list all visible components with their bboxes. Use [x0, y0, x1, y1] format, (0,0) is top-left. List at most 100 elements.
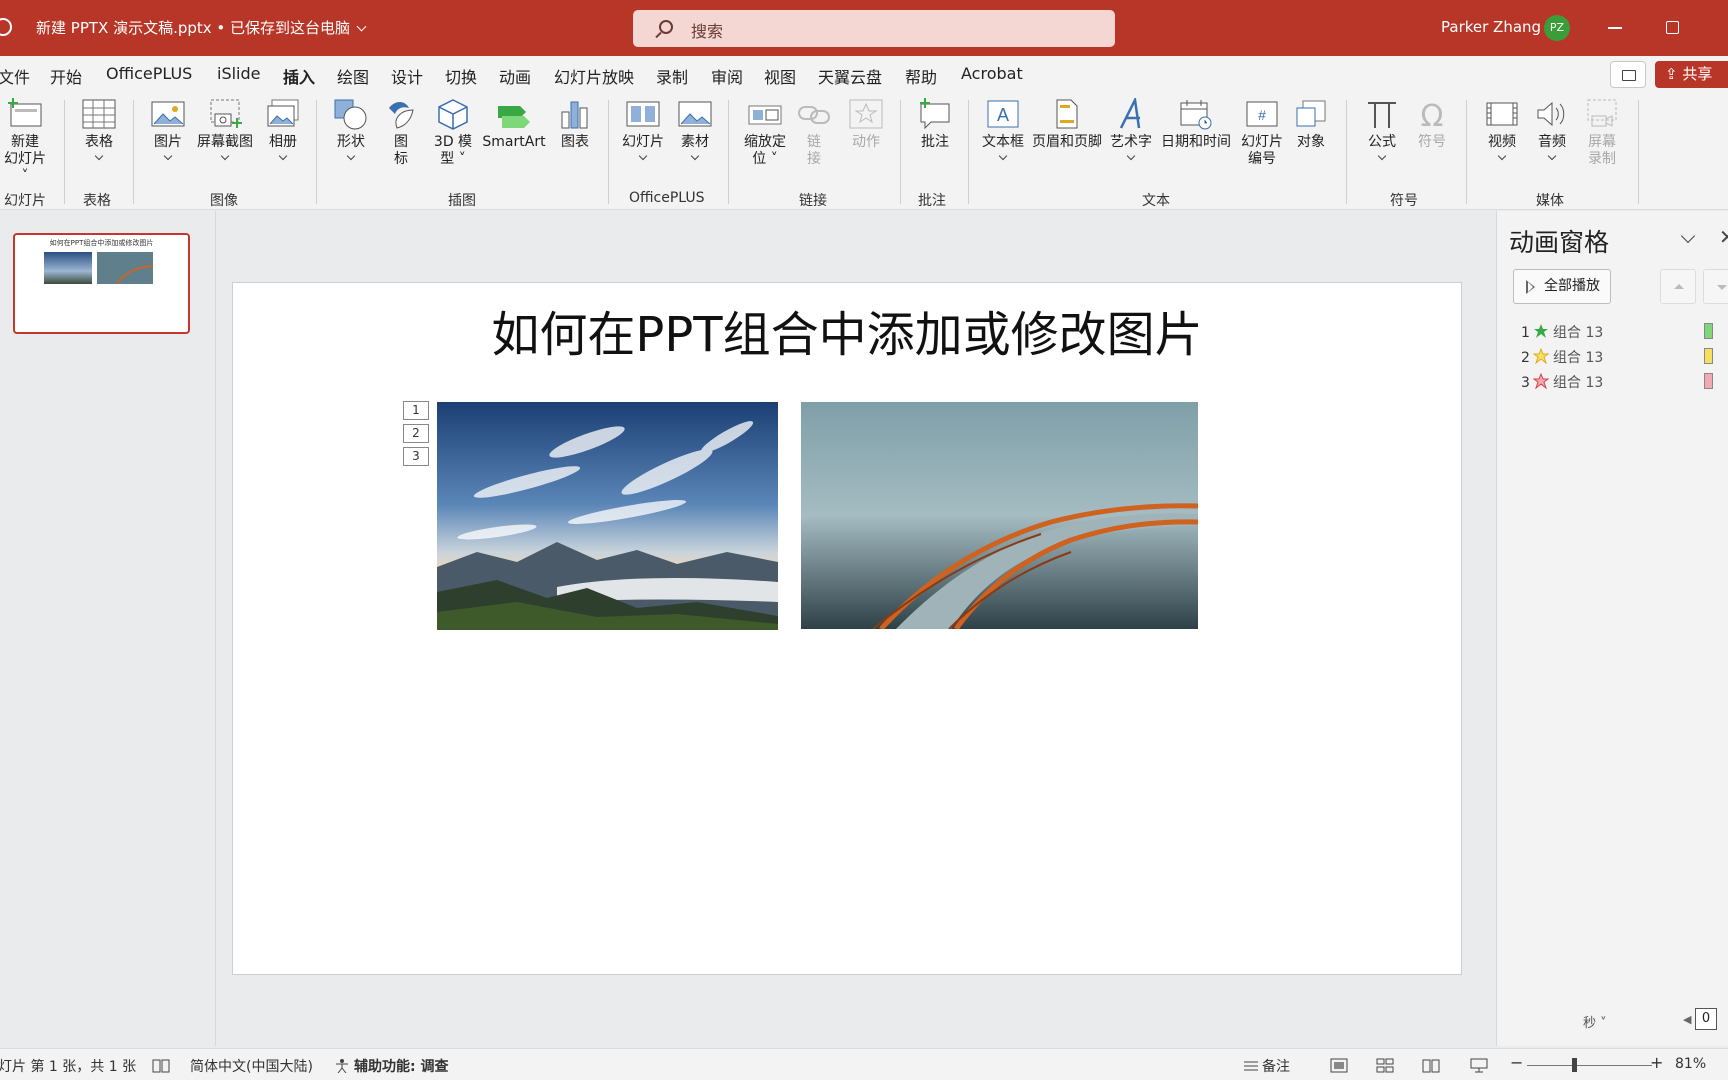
tab-islide[interactable]: iSlide [217, 64, 261, 83]
assets-button[interactable]: 素材 [672, 98, 718, 161]
animation-tag-1[interactable]: 1 [403, 401, 429, 420]
datetime-button[interactable]: 日期和时间 [1158, 98, 1234, 151]
video-button[interactable]: 视频 [1480, 98, 1524, 161]
normal-view-icon[interactable] [1330, 1058, 1348, 1073]
tab-design[interactable]: 设计 [391, 64, 423, 88]
tab-record[interactable]: 录制 [656, 64, 688, 88]
ribbon: 新建 幻灯片 ˅ 表格 图片 屏幕截图 相册 形状 图 标 3D 模 型 ˅ S… [0, 92, 1728, 210]
smartart-button[interactable]: SmartArt [480, 98, 548, 151]
animation-timing-bar-1[interactable] [1704, 323, 1713, 339]
animation-item-1[interactable]: 1 组合 13 [1521, 321, 1603, 341]
tab-transitions[interactable]: 切换 [445, 64, 477, 88]
user-name[interactable]: Parker Zhang [1441, 18, 1541, 36]
maximize-icon[interactable] [1666, 21, 1679, 34]
zoom-out-icon[interactable]: − [1510, 1053, 1523, 1072]
seconds-dropdown[interactable]: 秒 ˅ [1583, 1012, 1607, 1031]
comment-button[interactable]: 批注 [910, 98, 960, 151]
notes-button[interactable]: 备注 [1262, 1056, 1290, 1076]
animation-item-3[interactable]: 3 组合 13 [1521, 371, 1603, 391]
screen-record-button[interactable]: 屏幕 录制 [1580, 98, 1624, 168]
scroll-left-icon[interactable]: ◀ [1683, 1013, 1691, 1026]
bridge-image[interactable] [801, 402, 1198, 629]
search-box[interactable]: 搜索 [633, 10, 1115, 47]
share-button[interactable]: ⇪ 共享 [1655, 61, 1728, 88]
speaker-icon [1537, 101, 1565, 127]
language-status[interactable]: 简体中文(中国大陆) [190, 1056, 313, 1076]
3d-model-button[interactable]: 3D 模 型 ˅ [426, 98, 480, 168]
album-button[interactable]: 相册 [260, 98, 306, 161]
tab-draw[interactable]: 绘图 [337, 64, 369, 88]
spellcheck-book-icon[interactable] [152, 1058, 170, 1073]
chart-button[interactable]: 图表 [553, 98, 597, 151]
close-icon[interactable]: ✕ [1719, 225, 1728, 249]
wordart-button[interactable]: 艺术字 [1108, 98, 1154, 161]
group-label-slides: 幻灯片 [4, 193, 46, 209]
equation-label: 公式 [1368, 134, 1396, 150]
slide[interactable]: 如何在PPT组合中添加或修改图片 1 2 3 [232, 282, 1462, 975]
tab-view[interactable]: 视图 [764, 64, 796, 88]
minimize-icon[interactable] [1608, 27, 1622, 29]
symbol-button[interactable]: Ω 符号 [1410, 98, 1454, 151]
svg-text:A: A [997, 105, 1009, 125]
link-button[interactable]: 链 接 [794, 98, 834, 168]
tab-officeplus[interactable]: OfficePLUS [106, 64, 192, 83]
screenshot-button[interactable]: 屏幕截图 [193, 98, 257, 161]
animation-item-2[interactable]: 2 组合 13 [1521, 346, 1603, 366]
avatar[interactable]: PZ [1544, 15, 1570, 41]
tab-file[interactable]: 文件 [0, 64, 30, 88]
tab-home[interactable]: 开始 [50, 64, 82, 88]
3d-model-label-2: 型 [440, 151, 455, 167]
play-all-button[interactable]: 全部播放 [1513, 269, 1611, 304]
textbox-button[interactable]: A 文本框 [978, 98, 1028, 161]
tab-animations[interactable]: 动画 [499, 64, 531, 88]
picture-button[interactable]: 图片 [143, 98, 193, 161]
action-button[interactable]: 动作 [846, 98, 886, 151]
tab-cloud[interactable]: 天翼云盘 [818, 64, 882, 88]
reading-view-icon[interactable] [1422, 1058, 1440, 1073]
move-up-button[interactable] [1660, 269, 1696, 304]
animation-tag-2[interactable]: 2 [403, 424, 429, 443]
slide-thumbnail-1[interactable]: 如何在PPT组合中添加或修改图片 [13, 233, 190, 334]
zoom-level[interactable]: 81% [1675, 1056, 1706, 1072]
chevron-down-icon [278, 151, 288, 161]
audio-button[interactable]: 音频 [1530, 98, 1574, 161]
animation-timing-bar-2[interactable] [1704, 348, 1713, 364]
header-footer-button[interactable]: 页眉和页脚 [1030, 98, 1104, 151]
slide-title[interactable]: 如何在PPT组合中添加或修改图片 [233, 295, 1461, 365]
slide-thumbnail-panel: 如何在PPT组合中添加或修改图片 [0, 211, 216, 1046]
group-label-symbols: 符号 [1390, 193, 1418, 209]
zoom-slider-thumb[interactable] [1572, 1058, 1577, 1072]
zoom-in-icon[interactable]: + [1650, 1053, 1663, 1072]
object-button[interactable]: 对象 [1290, 98, 1332, 151]
accessibility-status[interactable]: 辅助功能: 调查 [354, 1056, 448, 1076]
tab-review[interactable]: 审阅 [711, 64, 743, 88]
slide-sorter-icon[interactable] [1376, 1058, 1394, 1073]
zoom-button[interactable]: 缩放定 位 ˅ [738, 98, 792, 168]
move-down-button[interactable] [1703, 269, 1728, 304]
icons-button[interactable]: 图 标 [380, 98, 422, 168]
tab-slideshow[interactable]: 幻灯片放映 [554, 64, 634, 88]
equation-button[interactable]: 公式 [1360, 98, 1404, 161]
chevron-down-icon [1377, 151, 1387, 161]
new-slide-button[interactable]: 新建 幻灯片 ˅ [0, 98, 50, 185]
chevron-down-icon [1497, 151, 1507, 161]
svg-text:#: # [1258, 107, 1266, 123]
slides-button[interactable]: 幻灯片 [618, 98, 668, 161]
sky-mountain-image[interactable] [437, 402, 778, 630]
timeline-page-indicator[interactable]: 0 [1695, 1008, 1717, 1030]
zoom-slider-track[interactable] [1527, 1065, 1652, 1066]
animation-tag-3[interactable]: 3 [403, 447, 429, 466]
chevron-down-icon[interactable] [1680, 228, 1696, 244]
group-separator [1638, 100, 1639, 204]
slide-number-button[interactable]: # 幻灯片 编号 [1236, 98, 1288, 168]
shapes-button[interactable]: 形状 [328, 98, 374, 161]
tab-help[interactable]: 帮助 [905, 64, 937, 88]
file-name[interactable]: 新建 PPTX 演示文稿.pptx • 已保存到这台电脑 [36, 17, 367, 38]
animation-timing-bar-3[interactable] [1704, 373, 1713, 389]
group-separator [900, 100, 901, 204]
tab-insert[interactable]: 插入 [283, 64, 316, 95]
slideshow-icon[interactable] [1470, 1058, 1488, 1073]
table-button[interactable]: 表格 [74, 98, 124, 161]
tab-acrobat[interactable]: Acrobat [961, 64, 1023, 83]
comments-button[interactable] [1610, 61, 1646, 88]
